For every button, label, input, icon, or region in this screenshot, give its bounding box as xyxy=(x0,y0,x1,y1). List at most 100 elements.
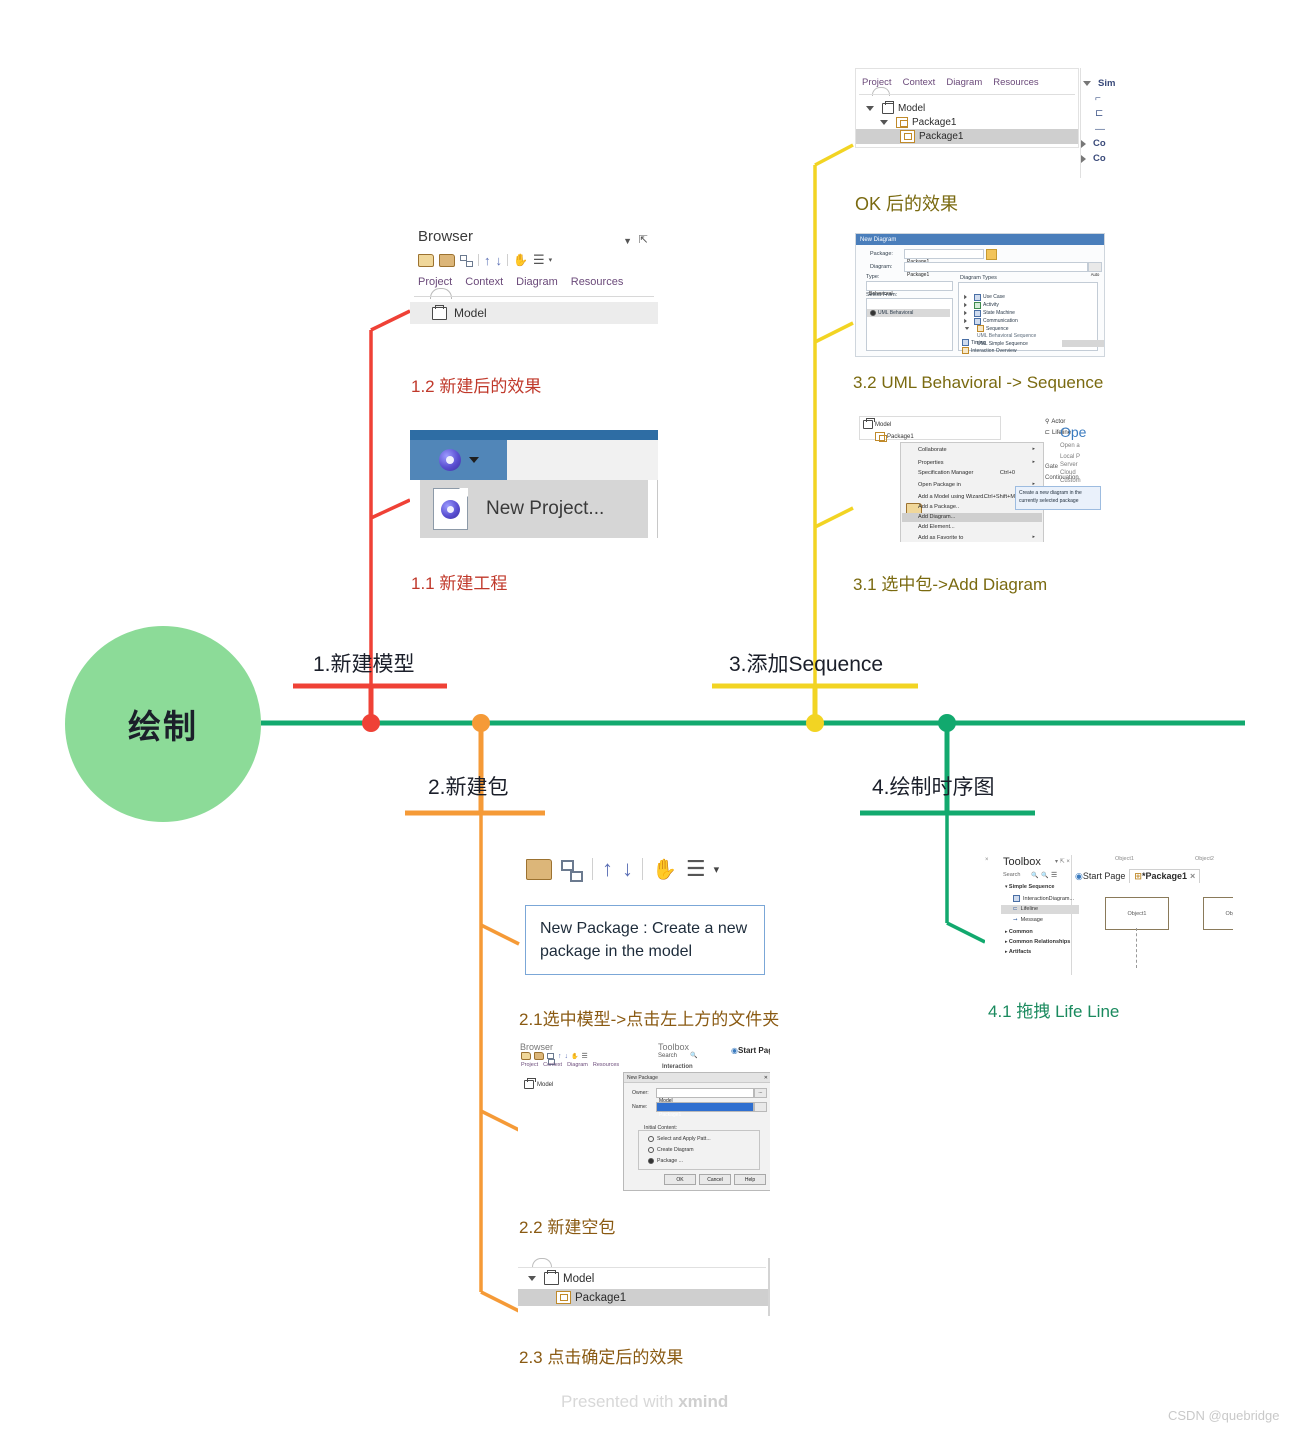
toolbox-item-0[interactable]: InteractionDiagram... xyxy=(1013,895,1074,902)
menu-item-8[interactable]: Add as Favorite to xyxy=(918,535,963,541)
search-filter-icon[interactable]: 🔍 xyxy=(1041,872,1048,879)
branch-title-3[interactable]: 3.添加Sequence xyxy=(729,648,883,678)
folder-icon[interactable] xyxy=(439,253,455,267)
expand-arrow-icon[interactable] xyxy=(1083,81,1091,86)
tree-view-icon[interactable] xyxy=(561,859,583,882)
start-page-tab[interactable]: ◉Start Page xyxy=(1075,871,1125,882)
move-down-icon[interactable]: ↓ xyxy=(565,1053,569,1060)
screenshot-browser-panel[interactable]: Browser ▼ ⇱ ↑ ↓ ✋ ☰ ▾ Project Context Di… xyxy=(410,230,658,355)
menu-item-6[interactable]: Add Diagram... xyxy=(918,514,955,520)
toolbox-pane[interactable]: Toolbox ▾ ⇱ × Search 🔍 🔍 ☰ ▾ Simple Sequ… xyxy=(993,855,1079,975)
tab-diagram[interactable]: Diagram xyxy=(516,276,558,288)
screenshot-new-package-dialog[interactable]: Browser ↑ ↓ ✋ ☰ Project Context Diagram … xyxy=(518,1042,770,1197)
screenshot-sequence-diagram[interactable]: × Toolbox ▾ ⇱ × Search 🔍 🔍 ☰ ▾ Simple Se… xyxy=(985,855,1233,975)
type-child-0[interactable]: UML Behavioral Sequence xyxy=(977,333,1036,339)
caption-3-3[interactable]: OK 后的效果 xyxy=(855,190,958,216)
hamburger-icon[interactable]: ☰ xyxy=(1051,871,1057,879)
type-node-1[interactable]: Activity xyxy=(963,301,999,309)
hand-icon[interactable]: ✋ xyxy=(571,1053,578,1060)
screenshot-new-diagram-dialog[interactable]: New Diagram Package: Package1 Diagram: P… xyxy=(855,233,1105,357)
app-menu-button[interactable] xyxy=(410,440,507,480)
new-package-dialog[interactable]: New Package ✕ Owner: Model ... Name: Pac… xyxy=(623,1072,770,1191)
lifeline-icon[interactable]: ⊏ xyxy=(1095,108,1103,119)
folder-icon[interactable] xyxy=(526,858,552,880)
dropdown-caret-icon[interactable]: ▾ xyxy=(714,863,720,876)
toolbox-group-0[interactable]: ▾ Simple Sequence xyxy=(1005,884,1054,890)
tree-view-icon[interactable] xyxy=(460,254,473,267)
name-extra-button[interactable] xyxy=(754,1102,767,1112)
caption-4-1[interactable]: 4.1 拖拽 Life Line xyxy=(988,997,1119,1022)
close-icon[interactable]: × xyxy=(985,857,989,863)
tree-row-model[interactable]: Model xyxy=(863,418,891,429)
caption-3-1[interactable]: 3.1 选中包->Add Diagram xyxy=(853,570,1047,595)
menu-item-3[interactable]: Open Package in xyxy=(918,482,961,488)
menu-item-0[interactable]: Collaborate xyxy=(918,447,947,453)
help-button[interactable]: Help xyxy=(734,1174,766,1185)
lifeline-box-1[interactable]: Object2 xyxy=(1203,897,1233,930)
tab-resources[interactable]: Resources xyxy=(571,276,624,288)
option-1[interactable]: Create Diagram xyxy=(648,1147,694,1153)
side-item-1[interactable]: Co xyxy=(1081,138,1106,149)
close-icon[interactable]: × xyxy=(1190,871,1195,881)
start-pane-item-3[interactable]: Cloud xyxy=(1060,470,1103,476)
toolbox-gate[interactable]: Gate xyxy=(1045,464,1058,470)
auto-button[interactable]: Auto xyxy=(1088,262,1102,277)
root-topic[interactable]: 绘制 xyxy=(65,626,261,822)
move-up-icon[interactable]: ↑ xyxy=(602,858,613,880)
search-icon[interactable]: 🔍 xyxy=(690,1052,697,1059)
select-from-item[interactable]: UML Behavioral xyxy=(870,310,913,316)
screenshot-new-package-tooltip[interactable]: ↑ ↓ ✋ ☰ ▾ New Package : Create a new pac… xyxy=(520,850,768,985)
pin-icon[interactable]: ⇱ xyxy=(639,233,648,246)
branch-title-1[interactable]: 1.新建模型 xyxy=(313,648,415,678)
tree-row-package[interactable]: Package1 xyxy=(518,1289,770,1306)
tree-row-package[interactable]: Package1 xyxy=(880,115,956,130)
browser-tabs[interactable]: Project Context Diagram Resources xyxy=(418,276,623,288)
tab-resources[interactable]: Resources xyxy=(593,1062,619,1068)
ok-button[interactable]: OK xyxy=(664,1174,696,1185)
caption-2-2[interactable]: 2.2 新建空包 xyxy=(519,1213,615,1238)
new-folder-icon[interactable] xyxy=(521,1052,531,1060)
option-2[interactable]: Package ... xyxy=(648,1158,683,1164)
select-from-list[interactable]: UML Behavioral xyxy=(866,298,953,351)
collapse-arrow-icon[interactable] xyxy=(1081,139,1086,148)
type-node-0[interactable]: Use Case xyxy=(963,293,1005,301)
dropdown-caret-icon[interactable]: ▾ xyxy=(549,256,553,264)
chevron-down-icon[interactable]: ▼ xyxy=(623,236,632,246)
side-item-2[interactable]: Co xyxy=(1081,153,1106,164)
screenshot-ok-side-panel[interactable]: Sim ⌐ ⊏ — Co Co xyxy=(1080,68,1141,178)
tree-row-model[interactable]: Model xyxy=(524,1078,553,1089)
field-input-diagram[interactable]: Package1 xyxy=(904,262,1088,278)
search-input[interactable]: Search xyxy=(1003,872,1020,878)
hamburger-icon[interactable]: ☰ xyxy=(686,856,706,882)
menu-item-2[interactable]: Specification Manager xyxy=(918,470,973,476)
hamburger-icon[interactable]: ☰ xyxy=(533,252,545,268)
move-down-icon[interactable]: ↓ xyxy=(496,254,503,267)
screenshot-ok-result-tree[interactable]: Project Context Diagram Resources Model … xyxy=(855,68,1079,148)
browser-toolbar[interactable]: ↑ ↓ ✋ ☰ ▾ xyxy=(526,856,719,882)
expand-arrow-icon[interactable] xyxy=(866,106,874,111)
toolbox-group-2[interactable]: ▸ Common Relationships xyxy=(1005,939,1070,945)
type-node-2[interactable]: State Machine xyxy=(963,309,1015,317)
toolbox-item-2[interactable]: ➞ Message xyxy=(1013,917,1043,923)
browse-button[interactable] xyxy=(986,249,997,260)
start-pane-item-0[interactable]: Open a xyxy=(1060,443,1103,449)
package1-tab[interactable]: ⊞*Package1 × xyxy=(1129,869,1201,883)
search-input[interactable]: Search xyxy=(658,1053,677,1059)
browse-button[interactable]: ... xyxy=(754,1088,767,1098)
tab-resources[interactable]: Resources xyxy=(993,77,1038,88)
caption-1-2[interactable]: 1.2 新建后的效果 xyxy=(411,372,541,397)
toolbox-pane[interactable]: Toolbox Search 🔍 Interaction xyxy=(658,1042,728,1072)
type-node-4[interactable]: Sequence xyxy=(963,325,1009,332)
browser-toolbar[interactable]: ↑ ↓ ✋ ☰ ▾ xyxy=(418,252,552,268)
name-input[interactable]: Package1 xyxy=(656,1102,754,1118)
caption-2-3[interactable]: 2.3 点击确定后的效果 xyxy=(519,1343,683,1368)
browser-tabs[interactable]: Project Context Diagram Resources xyxy=(521,1062,619,1068)
type-node-6[interactable]: Interaction Overview xyxy=(962,347,1017,354)
type-node-5[interactable]: Timing xyxy=(962,339,986,346)
folder-icon[interactable] xyxy=(534,1052,544,1060)
type-node-3[interactable]: Communication xyxy=(963,317,1018,325)
message-icon[interactable]: — xyxy=(1095,124,1105,135)
lifeline-box-0[interactable]: Object1 xyxy=(1105,897,1169,930)
branch-title-2[interactable]: 2.新建包 xyxy=(428,771,509,801)
collapse-arrow-icon[interactable] xyxy=(1081,154,1086,163)
